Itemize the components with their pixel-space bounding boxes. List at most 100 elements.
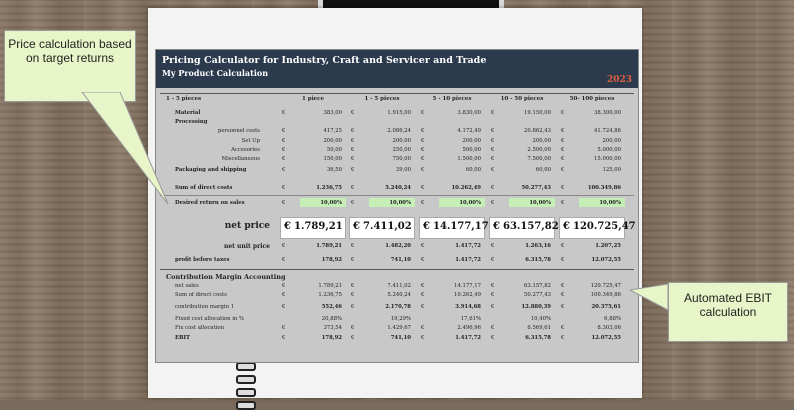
cm-value: 2.170,78 — [385, 304, 411, 311]
profit-value: 178,92 — [321, 256, 342, 263]
notebook-rings-icon — [236, 362, 256, 410]
year-label: 2023 — [606, 75, 632, 85]
net-price-value: 1.789,21 — [294, 220, 343, 232]
value-cell: 10.262,49 — [451, 185, 482, 192]
cm-row-label: Sum of direct costs — [175, 292, 227, 299]
row-label: Processing — [175, 119, 208, 126]
value-cell: 125,00 — [602, 167, 621, 174]
value-cell: 5.240,24 — [385, 185, 411, 192]
page-title: Pricing Calculator for Industry, Craft a… — [162, 55, 487, 66]
cm-value: 10.262,49 — [454, 292, 481, 299]
callout-right-text: Automated EBIT calculation — [683, 291, 773, 319]
cm-value: 552,46 — [321, 304, 342, 311]
profit-value: 12.072,55 — [591, 256, 622, 263]
value-cell: 60,00 — [535, 167, 551, 174]
cm-value: 17,61% — [460, 316, 481, 322]
column-header: 1 piece — [301, 96, 325, 102]
row-label: Packaging and shipping — [175, 167, 247, 174]
cm-value: 6.315,78 — [525, 334, 551, 341]
value-cell: 200,00 — [602, 137, 621, 144]
net-unit-price-label: net unit price — [223, 242, 270, 250]
value-cell: 100.349,86 — [587, 185, 621, 192]
cm-row-label: Fix cost allocation — [175, 325, 225, 332]
cm-value: 120.725,47 — [590, 282, 621, 289]
cm-value: 1.429,67 — [387, 325, 411, 332]
currency-sign: € — [353, 220, 360, 232]
cm-value: 1.789,21 — [318, 282, 342, 289]
net-unit-price-value: 1.417,72 — [455, 242, 481, 249]
value-cell: 250,00 — [392, 146, 411, 153]
value-cell: 10,00% — [320, 199, 342, 206]
cm-value: 8.303,06 — [597, 325, 621, 332]
cm-value: 7.411,02 — [387, 282, 411, 289]
value-cell: 41.724,86 — [594, 128, 621, 135]
net-price-value: 120.725,47 — [573, 220, 636, 232]
net-unit-price-value: 1.789,21 — [316, 242, 342, 249]
sheet-header: Pricing Calculator for Industry, Craft a… — [156, 50, 638, 88]
net-price-label: net price — [224, 220, 270, 231]
value-cell: 7.500,00 — [527, 156, 551, 162]
cm-value: 741,10 — [390, 334, 411, 341]
callout-right-pointer — [630, 283, 669, 311]
currency-sign: € — [423, 220, 430, 232]
value-cell: 20.862,43 — [524, 128, 551, 135]
pricing-sheet: Pricing Calculator for Industry, Craft a… — [155, 49, 639, 363]
cm-value: 20,88% — [321, 316, 342, 322]
net-unit-price-value: 1.482,20 — [385, 242, 411, 249]
value-cell: 15.000,00 — [594, 156, 621, 162]
cm-value: 20.375,61 — [591, 304, 622, 311]
value-cell: 750,00 — [392, 156, 411, 162]
cm-row-label: contribution margin 1 — [175, 304, 235, 311]
value-cell: 39,00 — [395, 167, 411, 174]
row-label: Material — [175, 110, 201, 116]
cm-value: 14.177,17 — [454, 282, 481, 289]
cm-value: 19,29% — [390, 316, 411, 322]
value-cell: 10,00% — [389, 199, 411, 206]
net-price-value: 7.411,02 — [363, 220, 412, 232]
value-cell: 200,00 — [462, 137, 481, 144]
cm-title: Contribution Margin Accounting — [166, 272, 286, 281]
row-label: Desired return on sales — [175, 199, 245, 206]
column-header: 10 - 50 pieces — [500, 96, 544, 102]
currency-sign: € — [493, 220, 500, 232]
profit-value: 1.417,72 — [455, 256, 481, 263]
value-cell: 38.300,00 — [594, 110, 621, 116]
currency-sign: € — [284, 220, 291, 232]
value-cell: 50.277,43 — [521, 185, 552, 192]
cm-value: 6.569,61 — [527, 325, 551, 332]
value-cell: 36,50 — [326, 167, 342, 174]
header-separator — [160, 93, 634, 94]
value-cell: 10,00% — [599, 199, 621, 206]
value-cell: 200,00 — [392, 137, 411, 144]
value-cell: 383,00 — [323, 110, 342, 116]
cm-value: 6,88% — [604, 316, 621, 322]
callout-left-pointer — [81, 92, 169, 205]
value-cell: 10,00% — [529, 199, 551, 206]
cm-row-label: Fixed cost allocation in % — [175, 316, 245, 322]
column-header: 5 - 10 pieces — [432, 96, 472, 102]
currency-sign: € — [563, 220, 570, 232]
net-price-value: 14.177,17 — [433, 220, 489, 232]
value-cell: 150,00 — [323, 156, 342, 162]
page-subtitle: My Product Calculation — [162, 68, 269, 78]
value-cell: 200,00 — [532, 137, 551, 144]
value-cell: 200,00 — [323, 137, 342, 144]
value-cell: 4.172,49 — [457, 128, 481, 135]
profit-label: profit before taxes — [175, 256, 230, 263]
row-label: Sum of direct costs — [175, 185, 233, 192]
value-cell: 60,00 — [465, 167, 481, 174]
column-header: 50- 100 pieces — [569, 96, 615, 102]
section-separator — [160, 268, 634, 270]
value-cell: 1.915,00 — [387, 110, 411, 116]
value-cell: 417,25 — [323, 128, 342, 135]
net-unit-price-value: 1.207,25 — [595, 242, 621, 249]
callout-left-text: Price calculation based on target return… — [8, 37, 132, 65]
value-cell: 2.086,24 — [387, 128, 411, 135]
cm-value: 178,92 — [321, 334, 342, 341]
row-separator — [160, 195, 634, 197]
net-unit-price-value: 1.263,16 — [525, 242, 551, 249]
value-cell: 500,00 — [462, 146, 481, 153]
profit-value: 741,10 — [390, 256, 411, 263]
value-cell: 19.150,00 — [524, 110, 551, 116]
cm-value: 373,54 — [323, 325, 342, 332]
